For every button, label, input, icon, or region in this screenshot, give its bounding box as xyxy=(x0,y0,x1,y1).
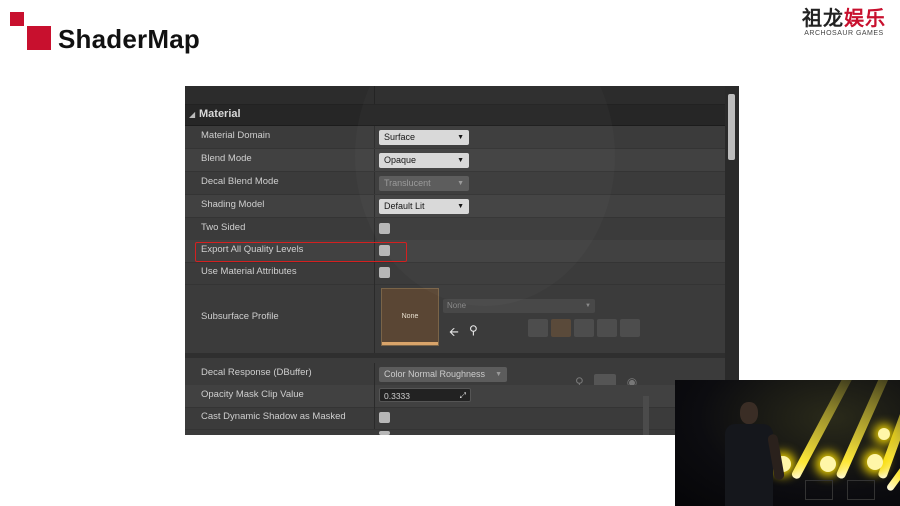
logo-square-large xyxy=(27,26,51,50)
row-label: Shading Model xyxy=(201,199,265,210)
row-label: Blend Mode xyxy=(201,153,252,164)
scrollbar-thumb[interactable] xyxy=(728,94,735,160)
next-row-checkbox-partial[interactable] xyxy=(379,431,390,435)
row-blend-mode: Blend Mode Opaque ▼ xyxy=(185,149,725,172)
dropdown-arrow-icon: ▼ xyxy=(495,371,502,378)
brand-logo: 祖龙娱乐 ARCHOSAUR GAMES xyxy=(802,8,886,37)
dropdown-arrow-icon: ▼ xyxy=(585,303,591,309)
dropdown-arrow-icon: ▼ xyxy=(457,134,464,141)
row-label: Opacity Mask Clip Value xyxy=(201,389,304,400)
material-domain-dropdown[interactable]: Surface ▼ xyxy=(379,130,469,145)
row-label: Cast Dynamic Shadow as Masked xyxy=(201,411,346,422)
brand-en: ARCHOSAUR GAMES xyxy=(804,30,884,37)
magnifier-icon[interactable]: ⚲ xyxy=(469,323,478,337)
brand-cn-accent: 娱乐 xyxy=(844,8,886,30)
row-label: Decal Response (DBuffer) xyxy=(201,367,312,378)
row-label: Decal Blend Mode xyxy=(201,176,279,187)
highlight-box xyxy=(195,242,407,262)
row-material-domain: Material Domain Surface ▼ xyxy=(185,126,725,149)
section-label: Material xyxy=(199,108,241,120)
row-label: Use Material Attributes xyxy=(201,266,297,277)
two-sided-checkbox[interactable] xyxy=(379,223,390,234)
brand-cn-main: 祖龙 xyxy=(802,8,844,30)
dropdown-arrow-icon: ▼ xyxy=(457,203,464,210)
row-use-material-attributes: Use Material Attributes xyxy=(185,262,725,285)
shading-model-dropdown[interactable]: Default Lit ▼ xyxy=(379,199,469,214)
subsection-divider xyxy=(185,353,725,358)
decal-blend-mode-dropdown[interactable]: Translucent ▼ xyxy=(379,176,469,191)
slide-title: ShaderMap xyxy=(58,24,200,54)
subsurface-profile-select[interactable]: None ▼ xyxy=(443,299,595,313)
row-shading-model: Shading Model Default Lit ▼ xyxy=(185,195,725,218)
ghost-toolbar xyxy=(528,319,643,342)
drag-handle-icon[interactable]: ⤢ xyxy=(460,389,466,403)
section-header-material[interactable]: ◢ Material xyxy=(185,105,725,126)
opacity-mask-clip-value-input[interactable]: 0.3333 ⤢ xyxy=(379,388,471,402)
presenter xyxy=(740,402,758,424)
webcam-inset xyxy=(675,380,900,506)
use-material-attributes-checkbox[interactable] xyxy=(379,267,390,278)
row-label: Subsurface Profile xyxy=(201,311,279,322)
cast-dynamic-shadow-as-masked-checkbox[interactable] xyxy=(379,412,390,423)
panel-top-strip xyxy=(185,86,725,105)
row-two-sided: Two Sided xyxy=(185,218,725,241)
row-decal-blend-mode: Decal Blend Mode Translucent ▼ xyxy=(185,172,725,195)
arrow-left-icon[interactable]: 🡨 xyxy=(449,323,459,344)
dropdown-arrow-icon: ▼ xyxy=(457,180,464,187)
dropdown-arrow-icon: ▼ xyxy=(457,157,464,164)
triangle-collapse-icon[interactable]: ◢ xyxy=(189,110,195,119)
logo-square-small xyxy=(10,12,24,26)
row-label: Two Sided xyxy=(201,222,246,233)
decal-response-dropdown[interactable]: Color Normal Roughness ▼ xyxy=(379,367,507,382)
row-label: Material Domain xyxy=(201,130,271,141)
subsurface-profile-thumbnail[interactable]: None xyxy=(381,288,439,346)
inner-scrollbar[interactable] xyxy=(643,396,649,435)
blend-mode-dropdown[interactable]: Opaque ▼ xyxy=(379,153,469,168)
row-decal-response: Decal Response (DBuffer) Color Normal Ro… xyxy=(185,363,725,386)
